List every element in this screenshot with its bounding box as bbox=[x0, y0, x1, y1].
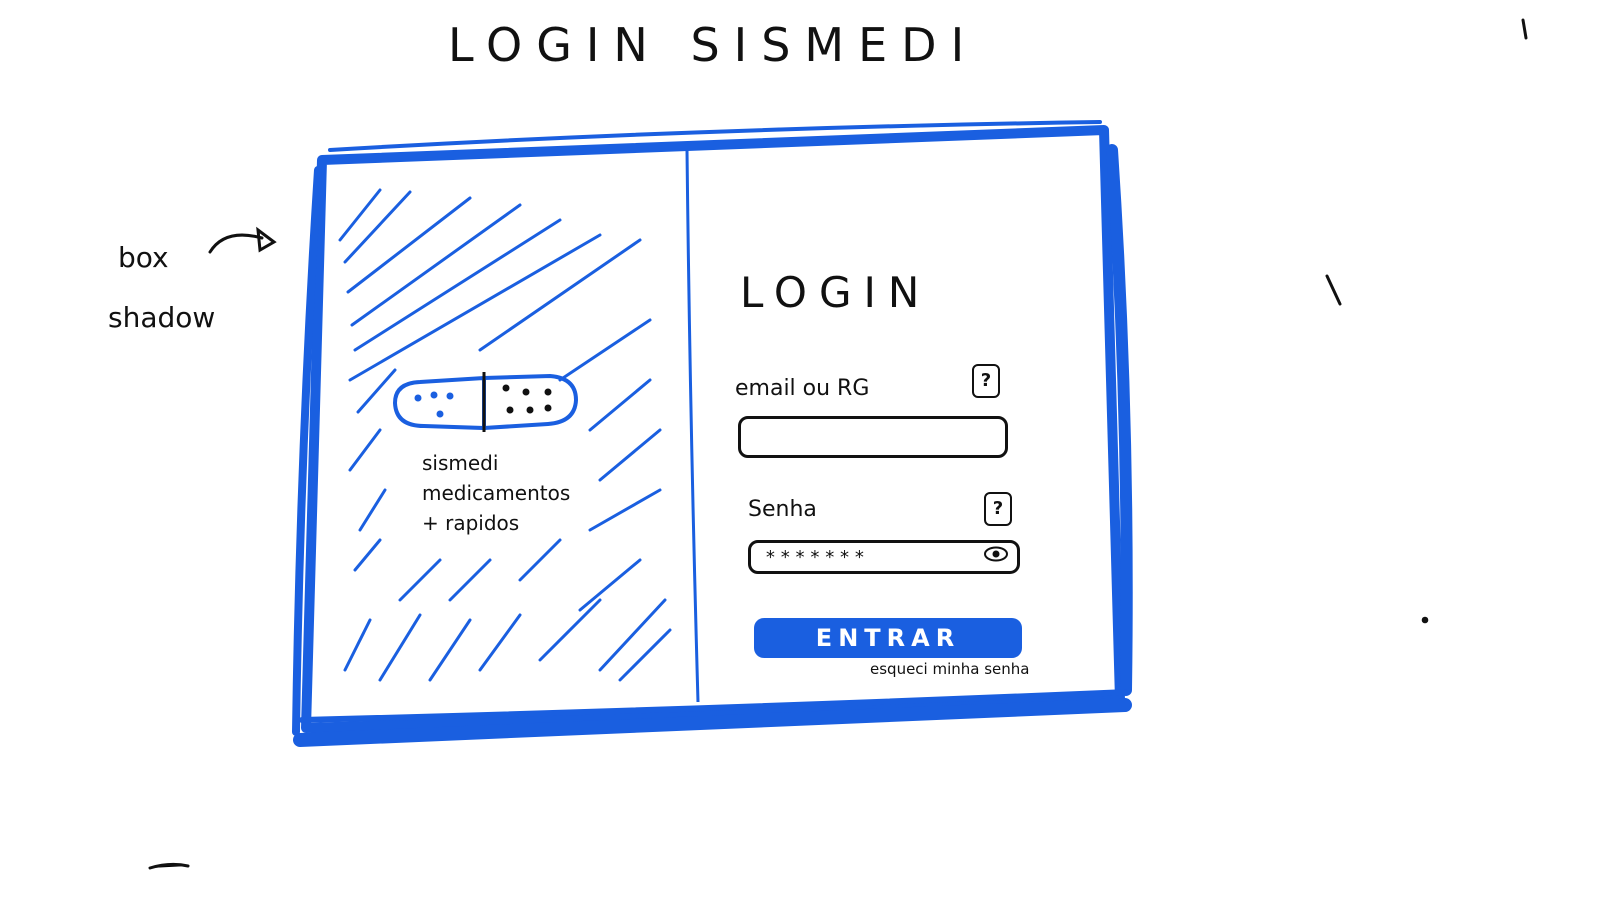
login-heading: LOGIN bbox=[740, 268, 932, 317]
password-help-icon[interactable]: ? bbox=[984, 492, 1012, 526]
brand-name: sismedi bbox=[422, 451, 499, 475]
submit-button[interactable]: ENTRAR bbox=[754, 618, 1022, 658]
brand-tagline-1: medicamentos bbox=[422, 481, 571, 505]
password-field[interactable] bbox=[748, 540, 1020, 574]
brand-tagline-2: + rapidos bbox=[422, 511, 520, 535]
panel-divider bbox=[685, 149, 700, 703]
page-title: LOGIN SISMEDI bbox=[448, 18, 979, 72]
password-label: Senha bbox=[748, 497, 817, 522]
left-panel-hatching bbox=[338, 188, 672, 682]
arrow-icon bbox=[208, 226, 277, 254]
email-field[interactable] bbox=[738, 416, 1008, 458]
annotation-box-label: box bbox=[118, 241, 169, 274]
eye-icon[interactable] bbox=[984, 546, 1008, 562]
forgot-password-link[interactable]: esqueci minha senha bbox=[870, 660, 1030, 678]
annotation-shadow-label: shadow bbox=[108, 301, 216, 334]
email-label: email ou RG bbox=[735, 376, 870, 401]
email-help-icon[interactable]: ? bbox=[972, 364, 1000, 398]
brand-block: sismedi medicamentos + rapidos bbox=[422, 448, 570, 538]
pill-logo-icon bbox=[392, 372, 579, 432]
